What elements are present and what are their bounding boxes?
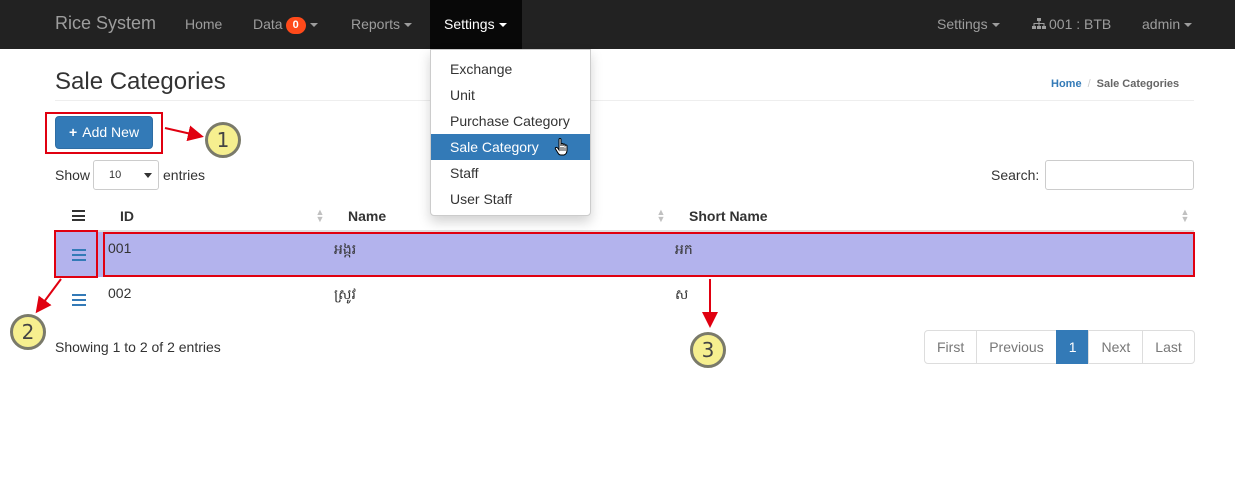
page-current-button[interactable]: 1 (1055, 330, 1090, 364)
chevron-down-icon (1184, 23, 1193, 28)
nav-user-menu[interactable]: admin (1142, 16, 1193, 32)
settings-dropdown-menu: Exchange Unit Purchase Category Sale Cat… (430, 49, 591, 216)
breadcrumb-separator: / (1087, 78, 1091, 90)
nav-data-label: Data (253, 16, 283, 32)
menu-item-user-staff[interactable]: User Staff (431, 186, 590, 212)
table-cell-id: 002 (108, 285, 132, 301)
column-header-name[interactable]: Name (348, 208, 386, 224)
user-label: admin (1142, 16, 1181, 32)
annotation-callout-1: 1 (205, 122, 241, 158)
chevron-down-icon (991, 23, 1000, 28)
show-label: Show (55, 167, 91, 183)
table-cell-name: ស្រូវ (334, 286, 356, 302)
menu-item-purchase-category[interactable]: Purchase Category (431, 108, 590, 134)
page-length-value: 10 (109, 169, 122, 181)
menu-item-staff[interactable]: Staff (431, 160, 590, 186)
search-label: Search: (991, 167, 1040, 183)
sort-icon: ▲ ▼ (1180, 207, 1190, 224)
chevron-down-icon (498, 23, 507, 28)
annotation-arrow-1 (164, 125, 204, 142)
nav-right-settings-label: Settings (937, 16, 988, 32)
menu-item-sale-category[interactable]: Sale Category (431, 134, 590, 160)
header-divider (55, 100, 1194, 101)
annotation-box-row-menu (54, 230, 98, 278)
breadcrumb: Home / Sale Categories (1051, 78, 1179, 90)
hand-cursor-icon (554, 138, 568, 156)
menu-item-unit[interactable]: Unit (431, 82, 590, 108)
annotation-callout-3: 3 (690, 332, 726, 368)
nav-reports[interactable]: Reports (351, 16, 413, 32)
branch-label: 001 : BTB (1049, 16, 1112, 32)
page-next-button[interactable]: Next (1088, 330, 1144, 364)
table-info: Showing 1 to 2 of 2 entries (55, 339, 221, 355)
nav-branch[interactable]: 001 : BTB (1032, 16, 1111, 32)
nav-data[interactable]: Data 0 (253, 16, 318, 34)
search-input[interactable] (1045, 160, 1194, 190)
nav-right-settings[interactable]: Settings (937, 16, 1000, 32)
column-header-id[interactable]: ID (120, 208, 134, 224)
annotation-arrow-2 (35, 278, 62, 314)
column-header-short-name[interactable]: Short Name (689, 208, 768, 224)
page-title: Sale Categories (55, 68, 226, 95)
pagination: First Previous 1 Next Last (924, 330, 1195, 364)
data-count-badge: 0 (285, 17, 306, 34)
top-navbar: Rice System Home Data 0 Reports Settings … (0, 0, 1235, 49)
annotation-box-add-new (45, 112, 163, 154)
sort-icon: ▲ ▼ (315, 207, 325, 224)
breadcrumb-home[interactable]: Home (1051, 78, 1082, 90)
chevron-down-icon (144, 173, 152, 178)
page-length-select[interactable]: 10 (93, 160, 159, 190)
nav-home-label: Home (185, 16, 223, 32)
brand-logo[interactable]: Rice System (55, 13, 156, 34)
annotation-box-row (103, 232, 1195, 277)
sort-icon: ▲ ▼ (656, 207, 666, 224)
nav-settings-label: Settings (444, 16, 495, 32)
menu-item-exchange[interactable]: Exchange (431, 56, 590, 82)
table-cell-short-name: ស (675, 286, 689, 302)
menu-item-sale-category-label: Sale Category (450, 139, 539, 155)
chevron-down-icon (309, 23, 318, 28)
nav-settings-active[interactable]: Settings (430, 0, 522, 49)
entries-label: entries (163, 167, 206, 183)
nav-reports-label: Reports (351, 16, 401, 32)
sitemap-icon (1032, 18, 1046, 29)
annotation-callout-2: 2 (10, 314, 46, 350)
page-last-button[interactable]: Last (1142, 330, 1195, 364)
column-menu-icon (72, 210, 85, 221)
chevron-down-icon (404, 23, 413, 28)
nav-home[interactable]: Home (185, 16, 222, 32)
page-first-button[interactable]: First (924, 330, 978, 364)
page-previous-button[interactable]: Previous (976, 330, 1057, 364)
breadcrumb-current: Sale Categories (1096, 78, 1180, 90)
row-action-menu-icon[interactable] (72, 294, 86, 306)
